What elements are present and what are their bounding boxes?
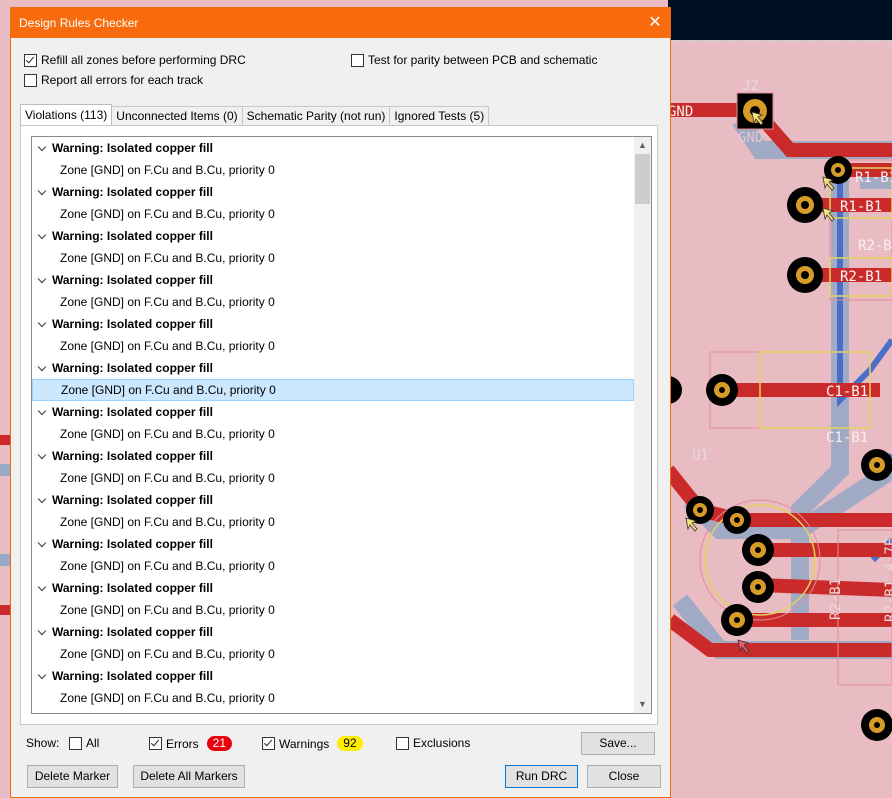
- violation-header[interactable]: Warning: Isolated copper fill: [32, 225, 635, 247]
- violation-item[interactable]: Zone [GND] on F.Cu and B.Cu, priority 0: [32, 203, 635, 225]
- violations-panel: Warning: Isolated copper fill Zone [GND] …: [20, 125, 658, 725]
- checkbox-checked-icon[interactable]: [149, 737, 162, 750]
- violation-item[interactable]: Zone [GND] on F.Cu and B.Cu, priority 0: [32, 687, 635, 709]
- violation-item[interactable]: Zone [GND] on F.Cu and B.Cu, priority 0: [32, 599, 635, 621]
- violations-list[interactable]: Warning: Isolated copper fill Zone [GND] …: [31, 136, 652, 714]
- violation-item[interactable]: Zone [GND] on F.Cu and B.Cu, priority 0: [32, 643, 635, 665]
- pcb-label: J2: [742, 78, 759, 94]
- errors-count-badge: 21: [206, 736, 233, 751]
- violation-header[interactable]: Warning: Isolated copper fill: [32, 401, 635, 423]
- violations-rows: Warning: Isolated copper fill Zone [GND] …: [32, 137, 635, 709]
- refill-zones-checkbox[interactable]: Refill all zones before performing DRC: [24, 53, 246, 67]
- pcb-label: C1-B1: [826, 430, 868, 446]
- tab-unconnected-items[interactable]: Unconnected Items (0): [111, 106, 243, 125]
- tab-violations[interactable]: Violations (113): [20, 104, 113, 125]
- close-icon[interactable]: ✕: [640, 8, 670, 38]
- violation-header[interactable]: Warning: Isolated copper fill: [32, 621, 635, 643]
- violation-title: Warning: Isolated copper fill: [52, 185, 213, 199]
- save-button[interactable]: Save...: [581, 732, 655, 755]
- violation-header[interactable]: Warning: Isolated copper fill: [32, 445, 635, 467]
- pcb-label: R1-B1: [840, 199, 882, 215]
- show-errors-checkbox[interactable]: Errors 21: [149, 736, 233, 751]
- dialog-title: Design Rules Checker: [19, 16, 139, 30]
- show-all-checkbox[interactable]: All: [69, 736, 99, 750]
- checkbox-checked-icon[interactable]: [262, 737, 275, 750]
- violation-title: Warning: Isolated copper fill: [52, 361, 213, 375]
- scroll-thumb[interactable]: [635, 154, 650, 204]
- pcb-label: R1-B1: [855, 170, 892, 186]
- violation-title: Warning: Isolated copper fill: [52, 317, 213, 331]
- pcb-label: GND: [668, 104, 693, 120]
- violation-title: Warning: Isolated copper fill: [52, 493, 213, 507]
- violation-title: Warning: Isolated copper fill: [52, 449, 213, 463]
- show-exclusions-checkbox[interactable]: Exclusions: [396, 736, 470, 750]
- checkbox-checked-icon[interactable]: [24, 53, 37, 67]
- warnings-count-badge: 92: [337, 736, 363, 751]
- violation-item[interactable]: Zone [GND] on F.Cu and B.Cu, priority 0: [32, 555, 635, 577]
- test-parity-checkbox[interactable]: Test for parity between PCB and schemati…: [351, 53, 597, 67]
- report-all-errors-checkbox[interactable]: Report all errors for each track: [24, 73, 203, 87]
- violation-header[interactable]: Warning: Isolated copper fill: [32, 489, 635, 511]
- violation-header[interactable]: Warning: Isolated copper fill: [32, 577, 635, 599]
- vertical-scrollbar[interactable]: ▲ ▼: [634, 137, 651, 713]
- close-button[interactable]: Close: [587, 765, 661, 788]
- violation-title: Warning: Isolated copper fill: [52, 405, 213, 419]
- refill-zones-label: Refill all zones before performing DRC: [41, 53, 246, 67]
- delete-marker-button[interactable]: Delete Marker: [27, 765, 118, 788]
- title-bar[interactable]: Design Rules Checker ✕: [11, 8, 670, 38]
- checkbox-unchecked-icon[interactable]: [69, 736, 82, 750]
- drc-dialog: Design Rules Checker ✕ Refill all zones …: [10, 7, 671, 798]
- checkbox-unchecked-icon[interactable]: [351, 53, 364, 67]
- violation-item[interactable]: Zone [GND] on F.Cu and B.Cu, priority 0: [32, 423, 635, 445]
- tab-schematic-parity[interactable]: Schematic Parity (not run): [241, 106, 391, 125]
- show-warnings-label: Warnings: [279, 736, 330, 751]
- violation-header[interactable]: Warning: Isolated copper fill: [32, 137, 635, 159]
- violation-title: Warning: Isolated copper fill: [52, 141, 213, 155]
- delete-all-markers-button[interactable]: Delete All Markers: [133, 765, 245, 788]
- violation-header[interactable]: Warning: Isolated copper fill: [32, 665, 635, 687]
- violation-item[interactable]: Zone [GND] on F.Cu and B.Cu, priority 0: [32, 379, 634, 401]
- violation-header[interactable]: Warning: Isolated copper fill: [32, 357, 635, 379]
- violation-header[interactable]: Warning: Isolated copper fill: [32, 269, 635, 291]
- run-drc-button[interactable]: Run DRC: [505, 765, 578, 788]
- pcb-label: R2-B1 4.7E: [883, 538, 892, 622]
- test-parity-label: Test for parity between PCB and schemati…: [368, 53, 598, 67]
- violation-item[interactable]: Zone [GND] on F.Cu and B.Cu, priority 0: [32, 511, 635, 533]
- scroll-up-icon[interactable]: ▲: [634, 137, 651, 154]
- violation-header[interactable]: Warning: Isolated copper fill: [32, 313, 635, 335]
- violation-item[interactable]: Zone [GND] on F.Cu and B.Cu, priority 0: [32, 159, 635, 181]
- violation-title: Warning: Isolated copper fill: [52, 537, 213, 551]
- pcb-label: R2-B1: [828, 578, 844, 620]
- violation-title: Warning: Isolated copper fill: [52, 669, 213, 683]
- show-warnings-checkbox[interactable]: Warnings 92: [262, 736, 363, 751]
- checkbox-unchecked-icon[interactable]: [396, 736, 409, 750]
- violation-title: Warning: Isolated copper fill: [52, 581, 213, 595]
- violation-title: Warning: Isolated copper fill: [52, 273, 213, 287]
- violation-title: Warning: Isolated copper fill: [52, 229, 213, 243]
- scroll-down-icon[interactable]: ▼: [634, 696, 651, 713]
- checkbox-unchecked-icon[interactable]: [24, 73, 37, 87]
- violation-item[interactable]: Zone [GND] on F.Cu and B.Cu, priority 0: [32, 335, 635, 357]
- tab-ignored-tests[interactable]: Ignored Tests (5): [389, 106, 490, 125]
- show-all-label: All: [86, 736, 100, 750]
- violation-item[interactable]: Zone [GND] on F.Cu and B.Cu, priority 0: [32, 247, 635, 269]
- pcb-label: U1: [692, 448, 709, 464]
- violation-item[interactable]: Zone [GND] on F.Cu and B.Cu, priority 0: [32, 467, 635, 489]
- violation-header[interactable]: Warning: Isolated copper fill: [32, 181, 635, 203]
- pcb-label: GND: [738, 130, 763, 146]
- violation-title: Warning: Isolated copper fill: [52, 625, 213, 639]
- show-exclusions-label: Exclusions: [413, 736, 471, 750]
- violation-item[interactable]: Zone [GND] on F.Cu and B.Cu, priority 0: [32, 291, 635, 313]
- show-label: Show:: [26, 736, 60, 750]
- pcb-label: R2-B1: [840, 269, 882, 285]
- pcb-label: C1-B1: [826, 384, 868, 400]
- report-all-errors-label: Report all errors for each track: [41, 73, 204, 87]
- tab-bar: Violations (113) Unconnected Items (0) S…: [20, 104, 490, 126]
- violation-header[interactable]: Warning: Isolated copper fill: [32, 533, 635, 555]
- pcb-label: R2-B1: [858, 238, 892, 254]
- show-errors-label: Errors: [166, 736, 199, 751]
